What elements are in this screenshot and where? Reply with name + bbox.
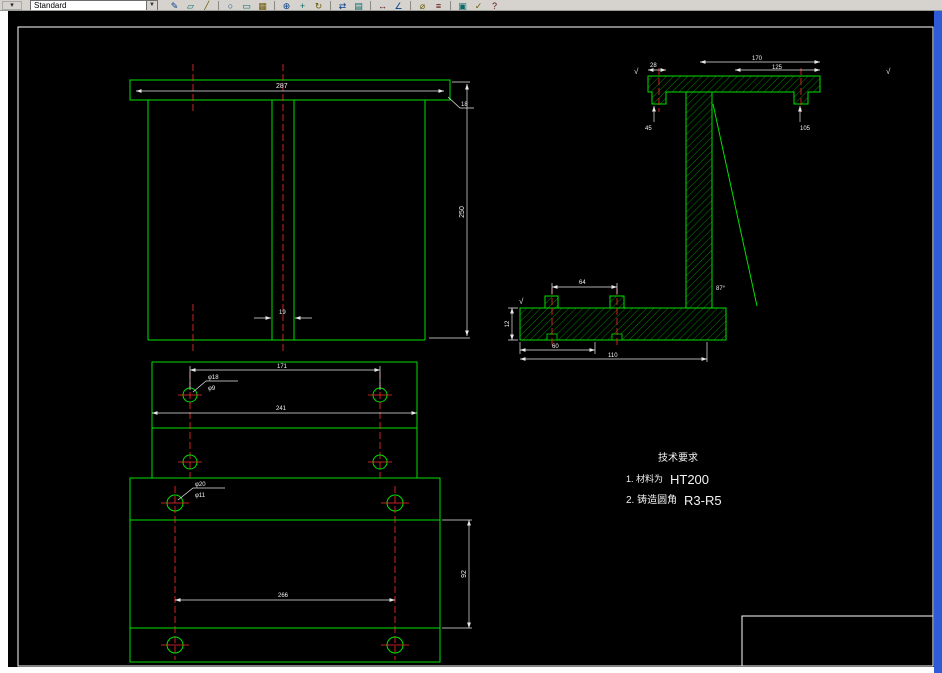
dim-sec-bot-inner: 60 bbox=[552, 344, 559, 350]
angle-icon[interactable]: ∠ bbox=[392, 1, 405, 11]
toolbar: ▾ Standard ▼ ✎ ▱ ╱ ○ ▭ ▦ ⊕ + ↻ ⇄ ▤ ↔ ∠ ⌀… bbox=[0, 0, 942, 11]
diameter-icon[interactable]: ⌀ bbox=[416, 1, 429, 11]
toolbar-corner-button[interactable]: ▾ bbox=[2, 1, 22, 10]
mirror-icon[interactable]: ⇄ bbox=[336, 1, 349, 11]
window-right-border bbox=[934, 11, 942, 673]
dim-front-slot: 19 bbox=[279, 310, 286, 316]
dim-sec-top-inner: 125 bbox=[772, 65, 783, 71]
dim-sec-right-thk: 105 bbox=[800, 126, 811, 132]
tech-req-item1-prefix: 1. 材料为 bbox=[626, 473, 663, 484]
section-view: 28 170 125 45 105 64 12 60 110 87° √ √ √ bbox=[505, 56, 891, 362]
circle-icon[interactable]: ○ bbox=[224, 1, 237, 11]
match-icon[interactable]: ▣ bbox=[456, 1, 469, 11]
dim-sec-base-h: 12 bbox=[505, 320, 511, 327]
dim-sec-bot-outer: 110 bbox=[608, 353, 618, 359]
line-icon[interactable]: ╱ bbox=[200, 1, 213, 11]
tech-req-title: 技术要求 bbox=[658, 451, 698, 464]
tech-req-item1-value: HT200 bbox=[670, 472, 709, 487]
dim-base-h: 92 bbox=[461, 570, 468, 578]
dim-plan-width: 241 bbox=[276, 406, 287, 412]
toolbar-icon-row: ✎ ▱ ╱ ○ ▭ ▦ ⊕ + ↻ ⇄ ▤ ↔ ∠ ⌀ ≡ ▣ ✓ ? bbox=[168, 0, 501, 11]
drawing-canvas[interactable]: 287 250 19 18 28 170 125 45 105 64 12 60… bbox=[0, 11, 942, 673]
chevron-down-icon: ▼ bbox=[146, 1, 157, 10]
check-icon[interactable]: ✓ bbox=[472, 1, 485, 11]
toolbar-separator bbox=[274, 1, 275, 10]
toolbar-separator bbox=[218, 1, 219, 10]
drawing-svg: 287 250 19 18 28 170 125 45 105 64 12 60… bbox=[17, 26, 934, 667]
plan-view: φ18 φ9 171 241 bbox=[151, 361, 418, 478]
dim-sec-left-top: 28 bbox=[650, 63, 657, 69]
move-icon[interactable]: + bbox=[296, 1, 309, 11]
rectangle-icon[interactable]: ▭ bbox=[240, 1, 253, 11]
title-block bbox=[741, 615, 934, 667]
roughness-icon: √ bbox=[519, 297, 524, 306]
dim-base-dia1: φ20 bbox=[195, 482, 206, 488]
sheet-frame bbox=[17, 26, 934, 667]
toolbar-separator bbox=[450, 1, 451, 10]
dim-front-width: 287 bbox=[276, 83, 288, 90]
dim-plan-dia1: φ18 bbox=[208, 375, 219, 381]
erase-icon[interactable]: ▱ bbox=[184, 1, 197, 11]
toolbar-separator bbox=[330, 1, 331, 10]
dimension-icon[interactable]: ↔ bbox=[376, 1, 389, 11]
toolbar-separator bbox=[370, 1, 371, 10]
grid-icon[interactable]: ▦ bbox=[256, 1, 269, 11]
dim-front-leader: 18 bbox=[461, 102, 468, 108]
dim-base-dia2: φ11 bbox=[195, 493, 206, 499]
roughness-icon: √ bbox=[634, 67, 639, 76]
style-dropdown-value: Standard bbox=[34, 1, 67, 10]
window-bottom-edge bbox=[0, 667, 942, 673]
rotate-icon[interactable]: ↻ bbox=[312, 1, 325, 11]
corner-arrow-icon: ▾ bbox=[10, 2, 14, 9]
front-view: 287 250 19 18 bbox=[129, 64, 474, 352]
dim-plan-span: 171 bbox=[277, 364, 288, 370]
technical-requirements: 技术要求 1. 材料为 HT200 2. 铸造圆角 R3-R5 bbox=[626, 451, 722, 508]
dim-front-height: 250 bbox=[459, 206, 466, 218]
tech-req-item2-prefix: 2. 铸造圆角 bbox=[626, 493, 677, 506]
snap-icon[interactable]: ⊕ bbox=[280, 1, 293, 11]
dim-sec-mid: 64 bbox=[579, 280, 586, 286]
paper-left-margin bbox=[0, 11, 8, 667]
dim-sec-left-thk: 45 bbox=[645, 126, 652, 132]
sketch-icon[interactable]: ✎ bbox=[168, 1, 181, 11]
base-view: φ20 φ11 266 92 bbox=[129, 477, 472, 663]
dim-plan-dia2: φ9 bbox=[208, 386, 216, 392]
array-icon[interactable]: ▤ bbox=[352, 1, 365, 11]
cad-application-window: ▾ Standard ▼ ✎ ▱ ╱ ○ ▭ ▦ ⊕ + ↻ ⇄ ▤ ↔ ∠ ⌀… bbox=[0, 0, 942, 673]
style-dropdown[interactable]: Standard ▼ bbox=[30, 0, 158, 10]
dim-sec-top-outer: 170 bbox=[752, 56, 763, 62]
dim-base-span: 266 bbox=[278, 593, 289, 599]
dim-sec-angle: 87° bbox=[716, 286, 726, 292]
help-icon[interactable]: ? bbox=[488, 1, 501, 11]
tech-req-item2-value: R3-R5 bbox=[684, 493, 722, 508]
layers-icon[interactable]: ≡ bbox=[432, 1, 445, 11]
toolbar-separator bbox=[410, 1, 411, 10]
roughness-icon: √ bbox=[886, 67, 891, 76]
